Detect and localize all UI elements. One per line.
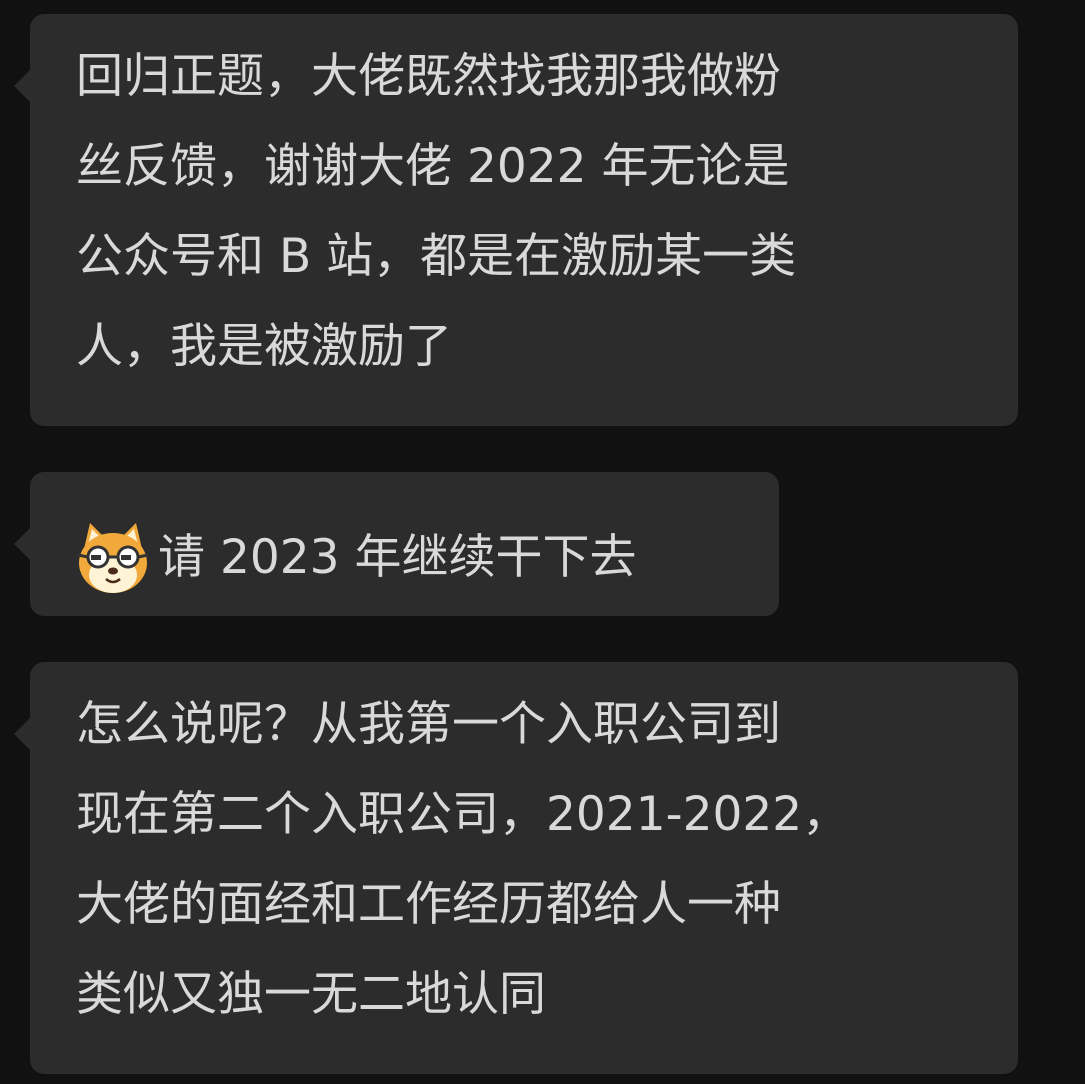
message-text-line: 类似又独一无二地认同 (76, 967, 546, 1022)
message-text-line: 现在第二个入职公司，2021-2022， (76, 787, 850, 842)
message-bubble[interactable]: 怎么说呢？从我第一个入职公司到 现在第二个入职公司，2021-2022， 大佬的… (14, 662, 1018, 1074)
message-text-line: 怎么说呢？从我第一个入职公司到 (76, 697, 781, 752)
message-text-line: 丝反馈，谢谢大佬 2022 年无论是 (76, 139, 790, 194)
message-text-line: 大佬的面经和工作经历都给人一种 (76, 877, 781, 932)
message-bubble[interactable]: 请 2023 年继续干下去 (14, 472, 779, 616)
message-text-line: 回归正题，大佬既然找我那我做粉 (76, 49, 781, 104)
chat-thread: 回归正题，大佬既然找我那我做粉 丝反馈，谢谢大佬 2022 年无论是 公众号和 … (0, 0, 1085, 1084)
doge-cat-emoji-icon (74, 519, 152, 597)
message-text-line: 人，我是被激励了 (76, 319, 452, 374)
message-bubble[interactable]: 回归正题，大佬既然找我那我做粉 丝反馈，谢谢大佬 2022 年无论是 公众号和 … (14, 14, 1018, 426)
message-text: 请 2023 年继续干下去 (158, 529, 637, 585)
message-text-line: 公众号和 B 站，都是在激励某一类 (76, 229, 797, 284)
